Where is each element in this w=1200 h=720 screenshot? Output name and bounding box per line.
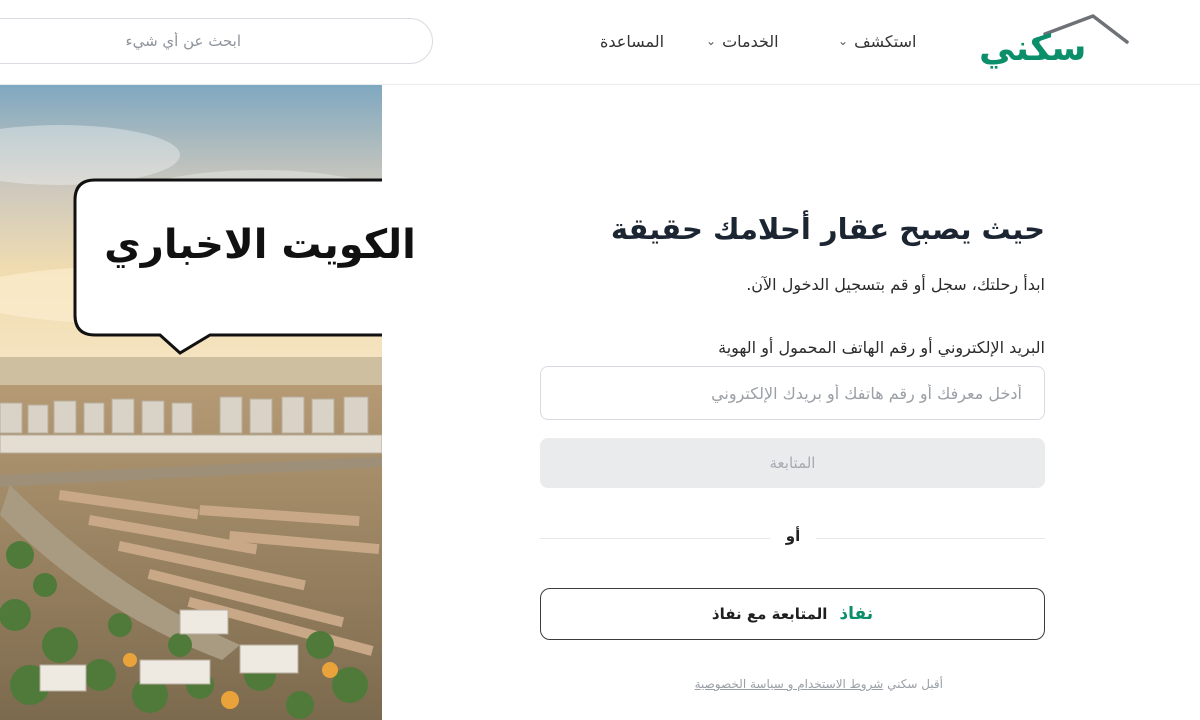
watermark-text: الكويت الاخباري (104, 222, 416, 268)
nav-explore-label: استكشف (854, 31, 917, 51)
nafath-login-button[interactable]: نفاذ المتابعة مع نفاذ (540, 588, 1045, 640)
search-bar[interactable] (0, 18, 433, 64)
terms-link[interactable]: شروط الاستخدام و سياسة الخصوصية (695, 677, 884, 691)
identifier-input[interactable] (541, 367, 1044, 419)
page-subtitle: ابدأ رحلتك، سجل أو قم بتسجيل الدخول الآن… (746, 275, 1045, 294)
nav-help-label: المساعدة (600, 31, 665, 51)
top-navigation-bar: المساعدة الخدمات ⌄ استكشف ⌄ سكني (0, 0, 1200, 85)
nav-help[interactable]: المساعدة (600, 28, 664, 54)
page-title: حيث يصبح عقار أحلامك حقيقة (610, 212, 1045, 246)
nafath-logo: نفاذ (839, 604, 874, 624)
hero-city-image (0, 85, 382, 720)
nafath-button-label: المتابعة مع نفاذ (711, 605, 828, 623)
or-separator: أو (770, 527, 816, 549)
nav-services-label: الخدمات (722, 31, 779, 51)
logo-text: سكني (979, 28, 1086, 69)
identifier-field[interactable] (540, 366, 1045, 420)
continue-button[interactable]: المتابعة (540, 438, 1045, 488)
city-illustration (0, 85, 382, 720)
sakani-logo-mark: سكني (979, 14, 1129, 69)
nav-explore[interactable]: استكشف ⌄ (838, 28, 916, 54)
identifier-field-label: البريد الإلكتروني أو رقم الهاتف المحمول … (718, 338, 1045, 357)
sakani-logo[interactable]: سكني (975, 14, 1135, 70)
search-input[interactable] (21, 19, 241, 63)
nav-services[interactable]: الخدمات ⌄ (706, 28, 779, 54)
chevron-down-icon: ⌄ (838, 34, 849, 48)
chevron-down-icon: ⌄ (706, 34, 717, 48)
terms-prefix: أقبل سكني (887, 677, 943, 691)
terms-notice: أقبل سكني شروط الاستخدام و سياسة الخصوصي… (643, 677, 943, 691)
